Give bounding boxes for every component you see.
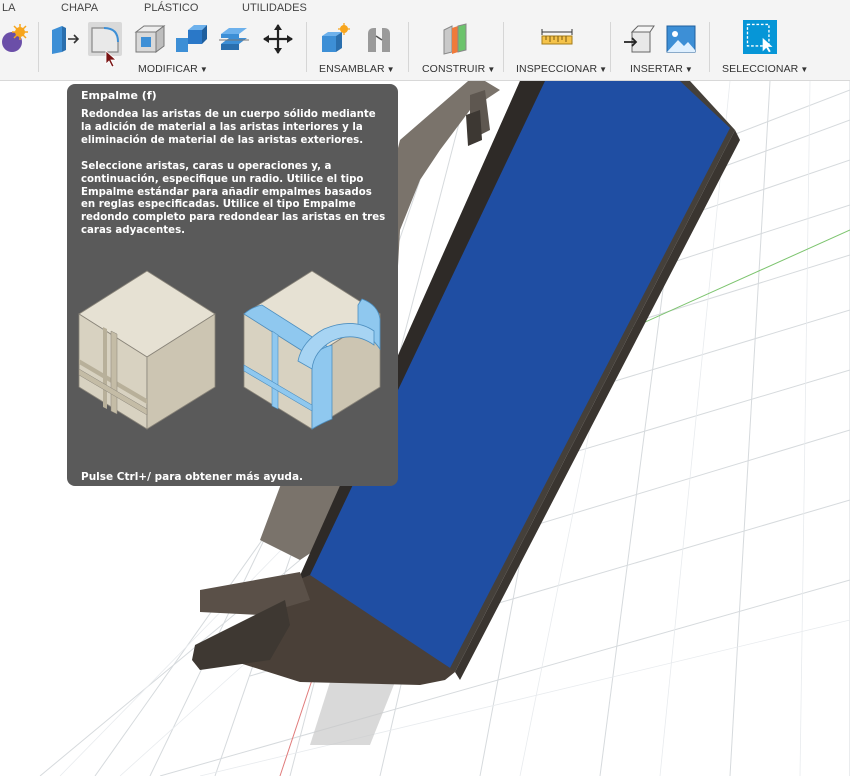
tooltip-instructions: Seleccione aristas, caras u operaciones … (81, 161, 386, 236)
select-icon (743, 20, 777, 54)
tooltip-title: Empalme (f) (81, 89, 157, 102)
shell-icon (134, 25, 166, 53)
construct-menu[interactable]: CONSTRUIR ▼ (422, 63, 495, 75)
new-component-button[interactable] (318, 22, 352, 56)
tab-utilidades[interactable]: UTILIDADES (242, 2, 307, 14)
modify-menu[interactable]: MODIFICAR ▼ (138, 63, 208, 75)
create-form-icon (2, 24, 28, 52)
combine-button[interactable] (174, 22, 208, 56)
select-label: SELECCIONAR (722, 63, 799, 75)
select-button[interactable] (743, 20, 781, 58)
insert-label: INSERTAR (630, 63, 683, 75)
inspect-menu[interactable]: INSPECCIONAR ▼ (516, 63, 607, 75)
push-pull-icon (52, 26, 80, 54)
select-menu[interactable]: SELECCIONAR ▼ (722, 63, 808, 75)
joint-icon (368, 28, 390, 52)
inspect-label: INSPECCIONAR (516, 63, 598, 75)
caret-down-icon: ▼ (199, 65, 208, 74)
cube-before-icon (78, 270, 216, 430)
insert-derive-button[interactable] (622, 22, 656, 56)
split-body-icon (219, 28, 249, 50)
move-icon (263, 24, 293, 54)
measure-button[interactable] (540, 22, 574, 56)
shell-button[interactable] (132, 22, 166, 56)
canvas-image-button[interactable] (664, 22, 698, 56)
caret-down-icon: ▼ (386, 65, 395, 74)
caret-down-icon: ▼ (599, 65, 608, 74)
combine-icon (176, 25, 207, 52)
tooltip-description: Redondea las aristas de un cuerpo sólido… (81, 109, 376, 146)
move-button[interactable] (261, 22, 295, 56)
tab-chapa[interactable]: CHAPA (61, 2, 98, 14)
midplane-icon (443, 23, 467, 55)
caret-down-icon: ▼ (684, 65, 693, 74)
caret-down-icon: ▼ (487, 65, 496, 74)
assemble-label: ENSAMBLAR (319, 63, 385, 75)
midplane-button[interactable] (438, 22, 472, 56)
new-component-icon (322, 23, 350, 52)
ribbon-toolbar: LA CHAPA PLÁSTICO UTILIDADES MODIFICAR ▼… (0, 0, 850, 81)
create-form-button[interactable] (0, 22, 34, 56)
split-body-button[interactable] (217, 22, 251, 56)
caret-down-icon: ▼ (800, 65, 809, 74)
canvas-image-icon (666, 25, 696, 53)
tab-plastico[interactable]: PLÁSTICO (144, 2, 198, 14)
assemble-menu[interactable]: ENSAMBLAR ▼ (319, 63, 395, 75)
fillet-tooltip: Empalme (f) Redondea las aristas de un c… (67, 84, 398, 486)
tooltip-help-hint: Pulse Ctrl+/ para obtener más ayuda. (81, 471, 304, 483)
insert-derive-icon (624, 25, 655, 53)
tab-solido[interactable]: LA (2, 2, 15, 14)
measure-icon (541, 29, 573, 45)
insert-menu[interactable]: INSERTAR ▼ (630, 63, 693, 75)
modify-label: MODIFICAR (138, 63, 198, 75)
cube-after-icon (243, 270, 381, 430)
construct-label: CONSTRUIR (422, 63, 486, 75)
fillet-illustration (78, 270, 381, 430)
mouse-cursor-icon (105, 50, 118, 68)
push-pull-button[interactable] (46, 22, 80, 56)
joint-button[interactable] (362, 22, 396, 56)
